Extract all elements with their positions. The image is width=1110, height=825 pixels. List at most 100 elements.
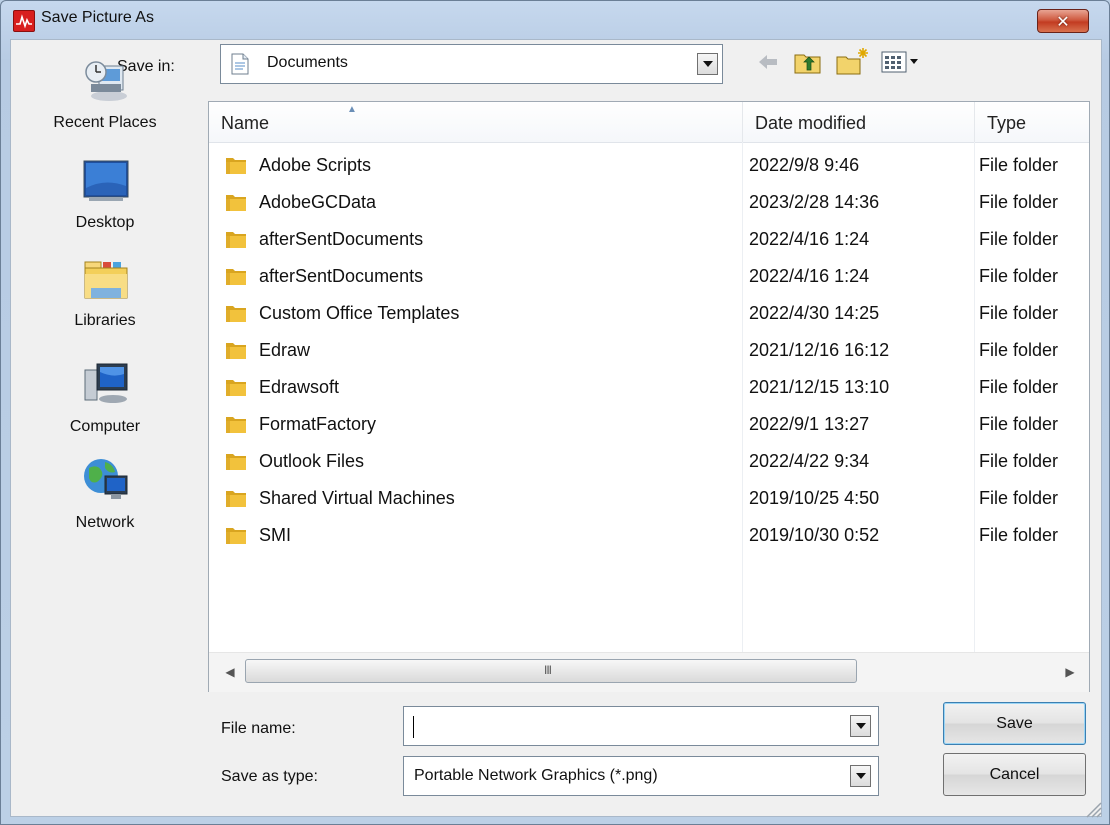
date-modified-cell: 2021/12/15 13:10 [749, 377, 890, 397]
date-modified-cell: 2019/10/30 0:52 [749, 525, 880, 545]
save-button[interactable]: Save [943, 702, 1086, 745]
chevron-down-icon [702, 61, 713, 67]
scroll-right-button[interactable]: ▶ [1061, 661, 1079, 683]
folder-icon [225, 154, 247, 176]
date-modified-cell: 2022/4/16 1:24 [749, 229, 870, 249]
file-name-cell: Adobe Scripts [259, 155, 372, 175]
type-cell: File folder [979, 377, 1059, 397]
save-as-type-dropdown-button[interactable] [850, 765, 871, 787]
back-arrow-icon [759, 55, 777, 69]
save-as-type-value: Portable Network Graphics (*.png) [414, 767, 658, 784]
folder-up-icon [794, 54, 821, 74]
date-modified-cell: 2022/4/16 1:24 [749, 266, 870, 286]
file-name-cell: Custom Office Templates [259, 303, 460, 323]
type-cell: File folder [979, 340, 1059, 360]
folder-icon [225, 191, 247, 213]
type-cell: File folder [979, 303, 1059, 323]
file-row[interactable]: FormatFactory 2022/9/1 13:27 File folder [209, 405, 1089, 442]
create-new-folder-button[interactable] [835, 47, 871, 77]
resize-grip-icon[interactable] [1081, 797, 1103, 819]
file-name-cell: AdobeGCData [259, 192, 377, 212]
type-cell: File folder [979, 266, 1059, 286]
folder-icon [225, 376, 247, 398]
place-libraries[interactable]: Libraries [11, 254, 199, 354]
file-row[interactable]: SMI 2019/10/30 0:52 File folder [209, 516, 1089, 553]
file-name-dropdown-button[interactable] [850, 715, 871, 737]
save-as-type-select[interactable]: Portable Network Graphics (*.png) [403, 756, 879, 796]
folder-icon [225, 487, 247, 509]
scroll-grip: III [544, 663, 552, 677]
file-row[interactable]: Edraw 2021/12/16 16:12 File folder [209, 331, 1089, 368]
column-label: Date modified [755, 113, 867, 133]
window-title: Save Picture As [41, 9, 154, 26]
file-row[interactable]: Custom Office Templates 2022/4/30 14:25 Fi… [209, 294, 1089, 331]
text-caret [413, 716, 414, 738]
place-desktop[interactable]: Desktop [11, 154, 199, 254]
place-network[interactable]: Network [11, 454, 199, 554]
folder-icon [225, 265, 247, 287]
file-row[interactable]: afterSentDocuments 2022/4/16 1:24 File fol… [209, 257, 1089, 294]
documents-folder-icon [231, 53, 249, 75]
view-menu-button[interactable] [879, 48, 927, 76]
chevron-left-icon: ◀ [225, 665, 235, 679]
column-header-name[interactable]: Name [209, 102, 743, 142]
file-row[interactable]: afterSentDocuments 2022/4/16 1:24 File fol… [209, 220, 1089, 257]
view-options-icon [881, 51, 918, 73]
type-cell: File folder [979, 488, 1059, 508]
column-header-type[interactable]: Type [975, 102, 1089, 142]
place-recent-places[interactable]: Recent Places [11, 50, 199, 154]
file-name-cell: Edraw [259, 340, 311, 360]
save-as-type-label: Save as type: [221, 768, 318, 785]
folder-icon [225, 524, 247, 546]
folder-icon [225, 450, 247, 472]
date-modified-cell: 2023/2/28 14:36 [749, 192, 880, 212]
place-label: Computer [69, 418, 141, 435]
file-list[interactable]: Name ▲ Date modified Type ◀ III ▶ Adobe … [208, 101, 1090, 692]
horizontal-scrollbar[interactable]: ◀ III ▶ [209, 652, 1089, 692]
type-cell: File folder [979, 229, 1059, 249]
title-bar[interactable]: Save Picture As ✕ [1, 1, 1109, 39]
libraries-icon [83, 256, 129, 302]
chevron-down-icon [855, 723, 866, 729]
network-icon [83, 456, 129, 502]
file-name-cell: Outlook Files [259, 451, 365, 471]
date-modified-cell: 2022/4/22 9:34 [749, 451, 870, 471]
file-row[interactable]: AdobeGCData 2023/2/28 14:36 File folder [209, 183, 1089, 220]
type-cell: File folder [979, 414, 1059, 434]
file-row[interactable]: Shared Virtual Machines 2019/10/25 4:50 Fi… [209, 479, 1089, 516]
place-label: Network [75, 514, 135, 531]
up-one-level-button[interactable] [793, 48, 823, 76]
column-header-date-modified[interactable]: Date modified [743, 102, 975, 142]
file-name-input[interactable] [410, 713, 830, 739]
file-name-cell: FormatFactory [259, 414, 377, 434]
folder-icon [225, 339, 247, 361]
save-in-dropdown-button[interactable] [697, 53, 718, 75]
file-name-cell: SMI [259, 525, 292, 545]
file-row[interactable]: Outlook Files 2022/4/22 9:34 File folder [209, 442, 1089, 479]
file-name-cell: afterSentDocuments [259, 266, 424, 286]
back-button[interactable] [755, 49, 781, 75]
save-in-combobox[interactable]: Documents [220, 44, 723, 84]
type-cell: File folder [979, 451, 1059, 471]
file-name-combobox[interactable] [403, 706, 879, 746]
type-cell: File folder [979, 155, 1059, 175]
file-row[interactable]: Edrawsoft 2021/12/15 13:10 File folder [209, 368, 1089, 405]
close-button[interactable]: ✕ [1037, 9, 1089, 33]
date-modified-cell: 2019/10/25 4:50 [749, 488, 880, 508]
new-folder-icon [836, 48, 868, 75]
sort-ascending-icon: ▲ [347, 104, 357, 115]
cancel-button[interactable]: Cancel [943, 753, 1086, 796]
place-computer[interactable]: Computer [11, 354, 199, 454]
places-bar: Recent Places Desktop Libraries Computer… [11, 50, 199, 640]
app-icon [13, 10, 35, 32]
file-name-cell: Shared Virtual Machines [259, 488, 455, 508]
place-label: Recent Places [53, 114, 157, 131]
file-row[interactable]: Adobe Scripts 2022/9/8 9:46 File folder [209, 146, 1089, 183]
place-label: Libraries [74, 312, 136, 329]
date-modified-cell: 2022/4/30 14:25 [749, 303, 880, 323]
file-name-cell: afterSentDocuments [259, 229, 424, 249]
scrollbar-thumb[interactable]: III [245, 659, 857, 683]
place-label: Desktop [75, 214, 135, 231]
close-icon: ✕ [1056, 11, 1070, 31]
scroll-left-button[interactable]: ◀ [221, 661, 239, 683]
